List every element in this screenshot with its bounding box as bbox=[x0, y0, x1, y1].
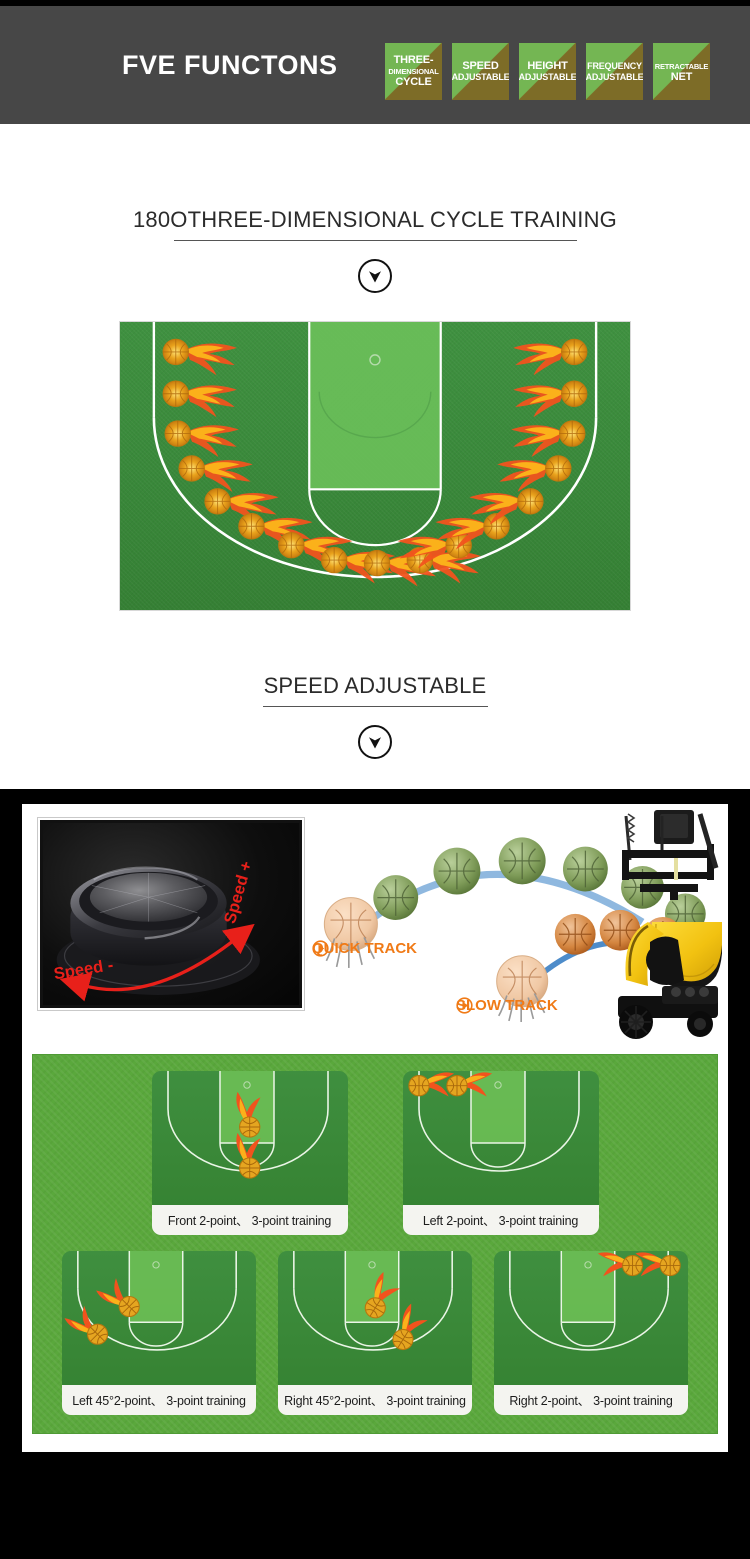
training-court-left: Left 2-point、 3-point training bbox=[402, 1071, 599, 1235]
mini-court-graphic bbox=[62, 1251, 256, 1385]
training-court-caption: Left 2-point、 3-point training bbox=[402, 1205, 599, 1235]
cycle-heading-block: 180OTHREE-DIMENSIONAL CYCLE TRAINING bbox=[0, 124, 750, 241]
quick-track-label-group: QUICK TRACK bbox=[312, 940, 417, 957]
badge-line: SPEED bbox=[462, 59, 499, 72]
training-court-front: Front 2-point、 3-point training bbox=[151, 1071, 348, 1235]
speed-heading-block: SPEED ADJUSTABLE bbox=[0, 611, 750, 707]
training-court-caption: Front 2-point、 3-point training bbox=[151, 1205, 348, 1235]
feature-badge-frequency-adjustable: FREQUENCY ADJUSTABLE bbox=[586, 43, 643, 100]
speed-chevron-wrapper bbox=[0, 725, 750, 789]
cycle-section-heading: 180OTHREE-DIMENSIONAL CYCLE TRAINING bbox=[133, 207, 617, 232]
chevron-down-icon[interactable] bbox=[358, 259, 392, 293]
speed-plus-label: Speed + bbox=[220, 859, 256, 926]
feature-badge-retractable-net: RETRACTABLE NET bbox=[653, 43, 710, 100]
three-dimensional-cycle-court-image bbox=[119, 321, 631, 611]
badge-line: RETRACTABLE bbox=[654, 61, 709, 71]
cycle-chevron-wrapper bbox=[0, 259, 750, 293]
page-title: FVE FUNCTONS bbox=[122, 49, 338, 80]
speed-dial-photo: Speed - Speed + bbox=[37, 817, 305, 1011]
mini-court-graphic bbox=[494, 1251, 688, 1385]
training-court-caption: Right 45°2-point、 3-point training bbox=[278, 1385, 472, 1415]
court-markings bbox=[293, 1251, 453, 1355]
badge-line: FREQUENCY bbox=[587, 60, 642, 71]
training-courts-row-1: Front 2-point、 3-point training Left 2-p… bbox=[43, 1071, 707, 1235]
speed-dial-and-trajectory-row: Speed - Speed + QUICK TRACK SLOW TRACK bbox=[32, 810, 723, 1044]
badge-line: NET bbox=[670, 70, 693, 83]
play-circle-icon bbox=[456, 997, 473, 1014]
cycle-and-speed-section: 180OTHREE-DIMENSIONAL CYCLE TRAINING SPE… bbox=[0, 124, 750, 789]
mini-court-graphic bbox=[278, 1251, 472, 1385]
court-markings bbox=[152, 322, 598, 587]
feature-badge-list: THREE- DIMENSIONAL CYCLE SPEED ADJUSTABL… bbox=[385, 43, 710, 100]
cycle-court-image-wrapper bbox=[0, 321, 750, 611]
badge-line: HEIGHT bbox=[527, 59, 568, 72]
badge-line: ADJUSTABLE bbox=[452, 71, 509, 82]
training-positions-panel: Front 2-point、 3-point training Left 2-p… bbox=[32, 1054, 718, 1434]
badge-line: CYCLE bbox=[395, 76, 432, 88]
speed-section-heading: SPEED ADJUSTABLE bbox=[263, 673, 487, 698]
machine-graphic bbox=[618, 810, 723, 1039]
court-markings bbox=[407, 1071, 580, 1172]
basketball-shooting-machine-photo bbox=[604, 810, 723, 1044]
card-bottom-strip bbox=[32, 1434, 718, 1442]
feature-badge-height-adjustable: HEIGHT ADJUSTABLE bbox=[519, 43, 576, 100]
mini-court-graphic bbox=[402, 1071, 599, 1205]
training-court-right-45: Right 45°2-point、 3-point training bbox=[278, 1251, 472, 1415]
training-court-right: Right 2-point、 3-point training bbox=[494, 1251, 688, 1415]
slow-track-label-group: SLOW TRACK bbox=[456, 997, 558, 1014]
court-markings bbox=[166, 1071, 329, 1179]
training-court-left-45: Left 45°2-point、 3-point training bbox=[62, 1251, 256, 1415]
training-courts-row-2: Left 45°2-point、 3-point training Right … bbox=[43, 1251, 707, 1415]
training-court-caption: Left 45°2-point、 3-point training bbox=[62, 1385, 256, 1415]
court-markings bbox=[63, 1251, 237, 1352]
court-markings bbox=[509, 1251, 681, 1351]
mini-court-graphic bbox=[151, 1071, 348, 1205]
feature-badge-speed-adjustable: SPEED ADJUSTABLE bbox=[452, 43, 509, 100]
speed-heading-rule bbox=[262, 706, 488, 707]
badge-line: ADJUSTABLE bbox=[586, 71, 643, 82]
page-header: FVE FUNCTONS THREE- DIMENSIONAL CYCLE SP… bbox=[0, 6, 750, 124]
play-circle-icon bbox=[312, 940, 329, 957]
feature-badge-three-dimensional-cycle: THREE- DIMENSIONAL CYCLE bbox=[385, 43, 442, 100]
training-court-caption: Right 2-point、 3-point training bbox=[494, 1385, 688, 1415]
badge-line: THREE- bbox=[393, 54, 434, 66]
speed-dial-graphic: Speed - Speed + bbox=[52, 859, 260, 1002]
cycle-heading-rule bbox=[173, 240, 577, 241]
chevron-down-icon[interactable] bbox=[358, 725, 392, 759]
badge-line: ADJUSTABLE bbox=[519, 71, 576, 82]
speed-detail-card: Speed - Speed + QUICK TRACK SLOW TRACK F… bbox=[22, 804, 728, 1452]
speed-detail-section: Speed - Speed + QUICK TRACK SLOW TRACK F… bbox=[0, 789, 750, 1452]
